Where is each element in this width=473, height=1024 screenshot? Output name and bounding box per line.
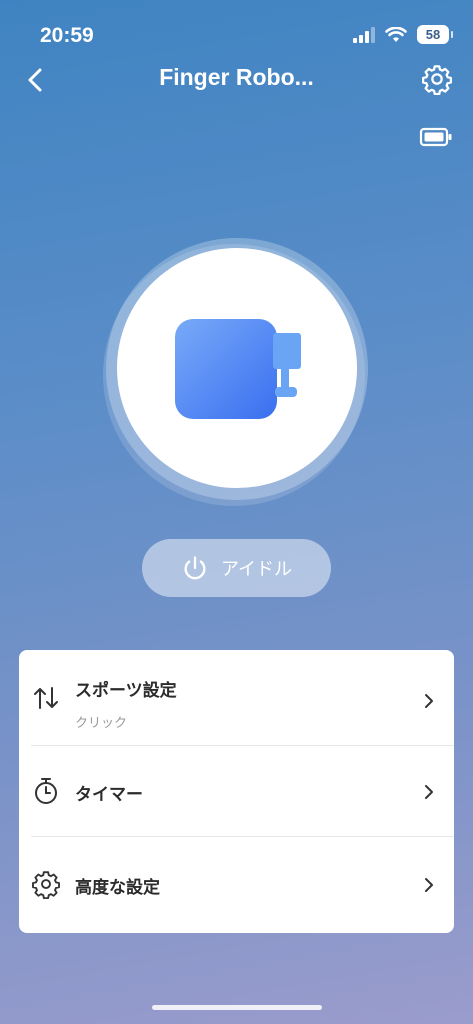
device-battery-indicator [419,124,453,150]
finger-robot-icon [175,319,301,419]
chevron-right-icon [425,694,433,708]
menu-item-advanced-settings[interactable]: 高度な設定 [19,837,454,933]
battery-icon [419,127,452,147]
home-indicator[interactable] [152,1005,322,1010]
header: Finger Robo... [0,58,473,102]
settings-button[interactable] [421,63,453,96]
settings-card: スポーツ設定 クリック タイマー 高度な設定 [19,650,454,933]
status-time: 20:59 [40,24,94,47]
status-battery: 58 [417,25,453,44]
chevron-right-icon [425,785,433,799]
power-state-button[interactable]: アイドル [142,539,331,597]
power-state-label: アイドル [220,559,293,580]
menu-item-sublabel: クリック [75,716,128,731]
menu-item-sports-settings[interactable]: スポーツ設定 クリック [19,650,454,746]
stopwatch-icon [35,778,57,804]
swap-vertical-icon [34,687,58,709]
menu-item-timer[interactable]: タイマー [19,746,454,836]
gear-icon [32,871,60,899]
device-image [117,248,357,488]
chevron-right-icon [425,878,433,892]
menu-item-label: スポーツ設定 [75,681,177,701]
status-bar: 20:59 58 [0,0,473,60]
page-title: Finger Robo... [159,64,314,90]
menu-item-label: タイマー [75,785,143,805]
power-icon [184,556,206,580]
cellular-signal-icon [353,26,375,43]
wifi-icon [385,26,407,42]
menu-item-label: 高度な設定 [75,878,160,898]
gear-icon [422,65,452,96]
status-icons: 58 [353,25,453,44]
